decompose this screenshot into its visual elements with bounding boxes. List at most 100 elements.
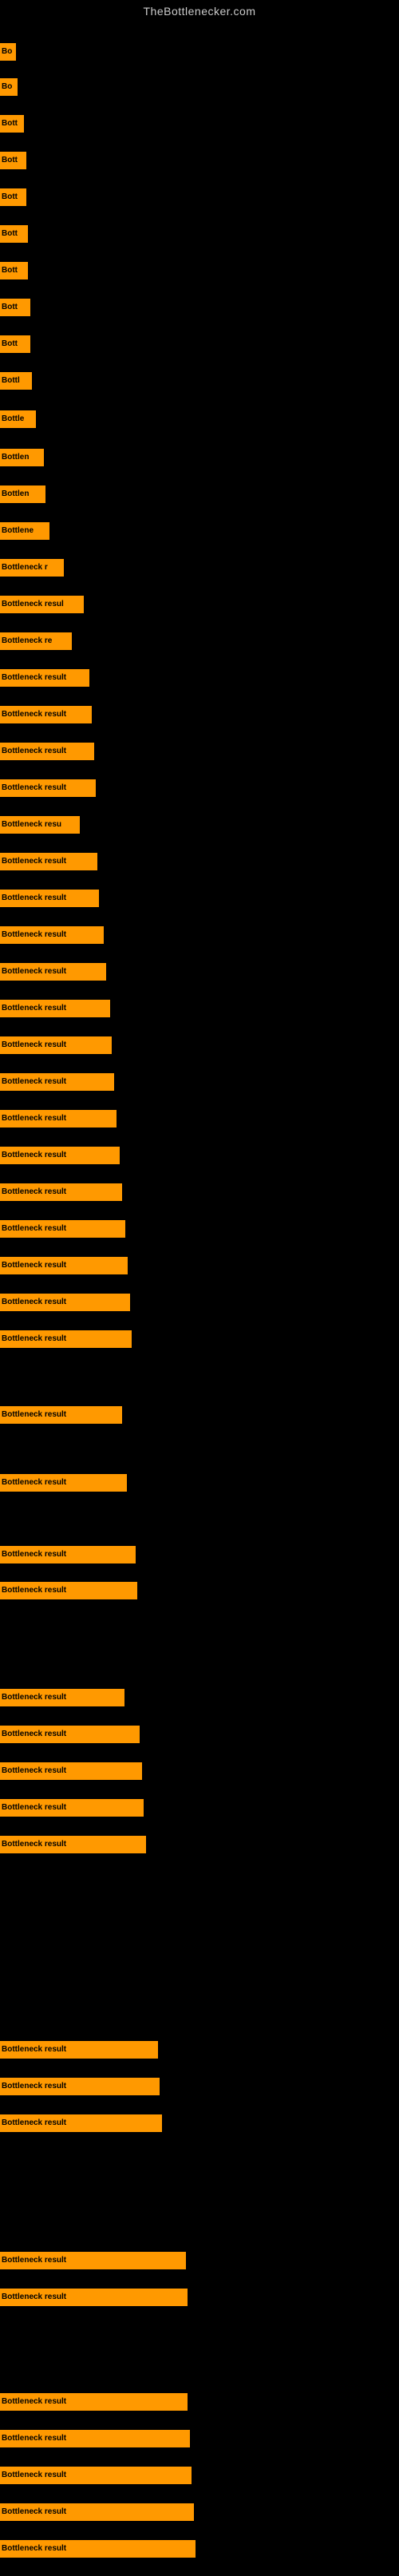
bar-row: Bottleneck result <box>0 2467 192 2484</box>
bar-label: Bott <box>0 188 26 206</box>
bar-label: Bott <box>0 115 24 133</box>
bar-row: Bottleneck result <box>0 1257 128 1274</box>
bar-row: Bottlen <box>0 485 45 503</box>
bar-row: Bottleneck r <box>0 559 64 577</box>
bar-label: Bott <box>0 225 28 243</box>
bar-row: Bottle <box>0 410 36 428</box>
bar-label: Bottleneck result <box>0 1000 110 1017</box>
bar-row: Bottleneck result <box>0 1689 124 1706</box>
bar-label: Bottleneck result <box>0 779 96 797</box>
bar-row: Bottleneck result <box>0 1000 110 1017</box>
bar-label: Bottleneck resul <box>0 596 84 613</box>
bar-label: Bottleneck result <box>0 2078 160 2095</box>
bar-row: Bottleneck result <box>0 1474 127 1492</box>
bar-label: Bottleneck result <box>0 743 94 760</box>
bar-row: Bottleneck result <box>0 853 97 870</box>
bar-label: Bottleneck result <box>0 1257 128 1274</box>
site-title: TheBottlenecker.com <box>0 0 399 21</box>
bar-label: Bo <box>0 78 18 96</box>
bar-label: Bottleneck result <box>0 706 92 723</box>
bar-label: Bottleneck result <box>0 1294 130 1311</box>
bar-row: Bottleneck result <box>0 1110 117 1127</box>
bar-row: Bottleneck result <box>0 2503 194 2521</box>
bar-label: Bottlen <box>0 449 44 466</box>
bar-row: Bottleneck result <box>0 1073 114 1091</box>
bar-row: Bottleneck result <box>0 1147 120 1164</box>
bar-label: Bottleneck result <box>0 1836 146 1853</box>
bar-row: Bottleneck re <box>0 632 72 650</box>
bar-row: Bottleneck result <box>0 2252 186 2269</box>
bar-label: Bottleneck result <box>0 1689 124 1706</box>
bar-row: Bottleneck result <box>0 1036 112 1054</box>
bar-label: Bo <box>0 43 16 61</box>
bar-label: Bottl <box>0 372 32 390</box>
bar-label: Bottlene <box>0 522 49 540</box>
bar-row: Bott <box>0 299 30 316</box>
bar-label: Bottleneck r <box>0 559 64 577</box>
bar-row: Bott <box>0 115 24 133</box>
bar-row: Bottleneck result <box>0 1762 142 1780</box>
bar-label: Bott <box>0 335 30 353</box>
bar-row: Bottleneck result <box>0 1836 146 1853</box>
bar-label: Bottle <box>0 410 36 428</box>
bar-row: Bottleneck result <box>0 779 96 797</box>
bar-label: Bottleneck result <box>0 890 99 907</box>
bar-row: Bottleneck result <box>0 2078 160 2095</box>
bar-label: Bottleneck result <box>0 2503 194 2521</box>
bar-label: Bottleneck result <box>0 1073 114 1091</box>
bar-label: Bottleneck result <box>0 2289 188 2306</box>
bar-label: Bottleneck result <box>0 1726 140 1743</box>
bar-row: Bottleneck result <box>0 2114 162 2132</box>
bar-row: Bott <box>0 335 30 353</box>
bar-label: Bottlen <box>0 485 45 503</box>
bar-label: Bottleneck result <box>0 963 106 981</box>
bar-row: Bottleneck result <box>0 1726 140 1743</box>
bar-row: Bottleneck result <box>0 1220 125 1238</box>
bar-label: Bottleneck result <box>0 1582 137 1599</box>
bar-label: Bottleneck result <box>0 2467 192 2484</box>
bar-label: Bottleneck result <box>0 1474 127 1492</box>
bar-row: Bottleneck result <box>0 1799 144 1817</box>
bar-label: Bottleneck re <box>0 632 72 650</box>
bar-row: Bottlene <box>0 522 49 540</box>
bar-label: Bottleneck result <box>0 1110 117 1127</box>
bar-row: Bottleneck result <box>0 2289 188 2306</box>
bar-label: Bott <box>0 262 28 279</box>
bar-label: Bottleneck result <box>0 1220 125 1238</box>
bar-label: Bottleneck result <box>0 2430 190 2447</box>
bar-row: Bottleneck result <box>0 2041 158 2059</box>
bar-label: Bottleneck result <box>0 2393 188 2411</box>
bar-row: Bottleneck result <box>0 926 104 944</box>
bar-row: Bo <box>0 78 18 96</box>
bar-label: Bottleneck result <box>0 1036 112 1054</box>
bar-row: Bottleneck result <box>0 669 89 687</box>
bar-row: Bott <box>0 188 26 206</box>
bar-row: Bottleneck resu <box>0 816 80 834</box>
bar-label: Bottleneck result <box>0 926 104 944</box>
bar-label: Bottleneck result <box>0 1762 142 1780</box>
bar-row: Bottleneck result <box>0 1582 137 1599</box>
bar-row: Bottleneck result <box>0 2430 190 2447</box>
bar-row: Bott <box>0 262 28 279</box>
bar-label: Bottleneck result <box>0 2252 186 2269</box>
bar-row: Bottleneck resul <box>0 596 84 613</box>
bar-row: Bottleneck result <box>0 1294 130 1311</box>
bar-row: Bott <box>0 225 28 243</box>
bar-row: Bottleneck result <box>0 1183 122 1201</box>
bar-label: Bottleneck result <box>0 1406 122 1424</box>
bar-row: Bottleneck result <box>0 890 99 907</box>
bar-row: Bottleneck result <box>0 743 94 760</box>
bar-label: Bott <box>0 152 26 169</box>
bar-label: Bottleneck result <box>0 1546 136 1563</box>
bar-row: Bottl <box>0 372 32 390</box>
bar-label: Bottleneck result <box>0 1147 120 1164</box>
bar-label: Bott <box>0 299 30 316</box>
bar-row: Bottlen <box>0 449 44 466</box>
bar-row: Bottleneck result <box>0 1546 136 1563</box>
bar-row: Bottleneck result <box>0 963 106 981</box>
bar-label: Bottleneck result <box>0 2041 158 2059</box>
bar-label: Bottleneck result <box>0 669 89 687</box>
bar-label: Bottleneck result <box>0 1183 122 1201</box>
bar-label: Bottleneck resu <box>0 816 80 834</box>
bar-label: Bottleneck result <box>0 1799 144 1817</box>
